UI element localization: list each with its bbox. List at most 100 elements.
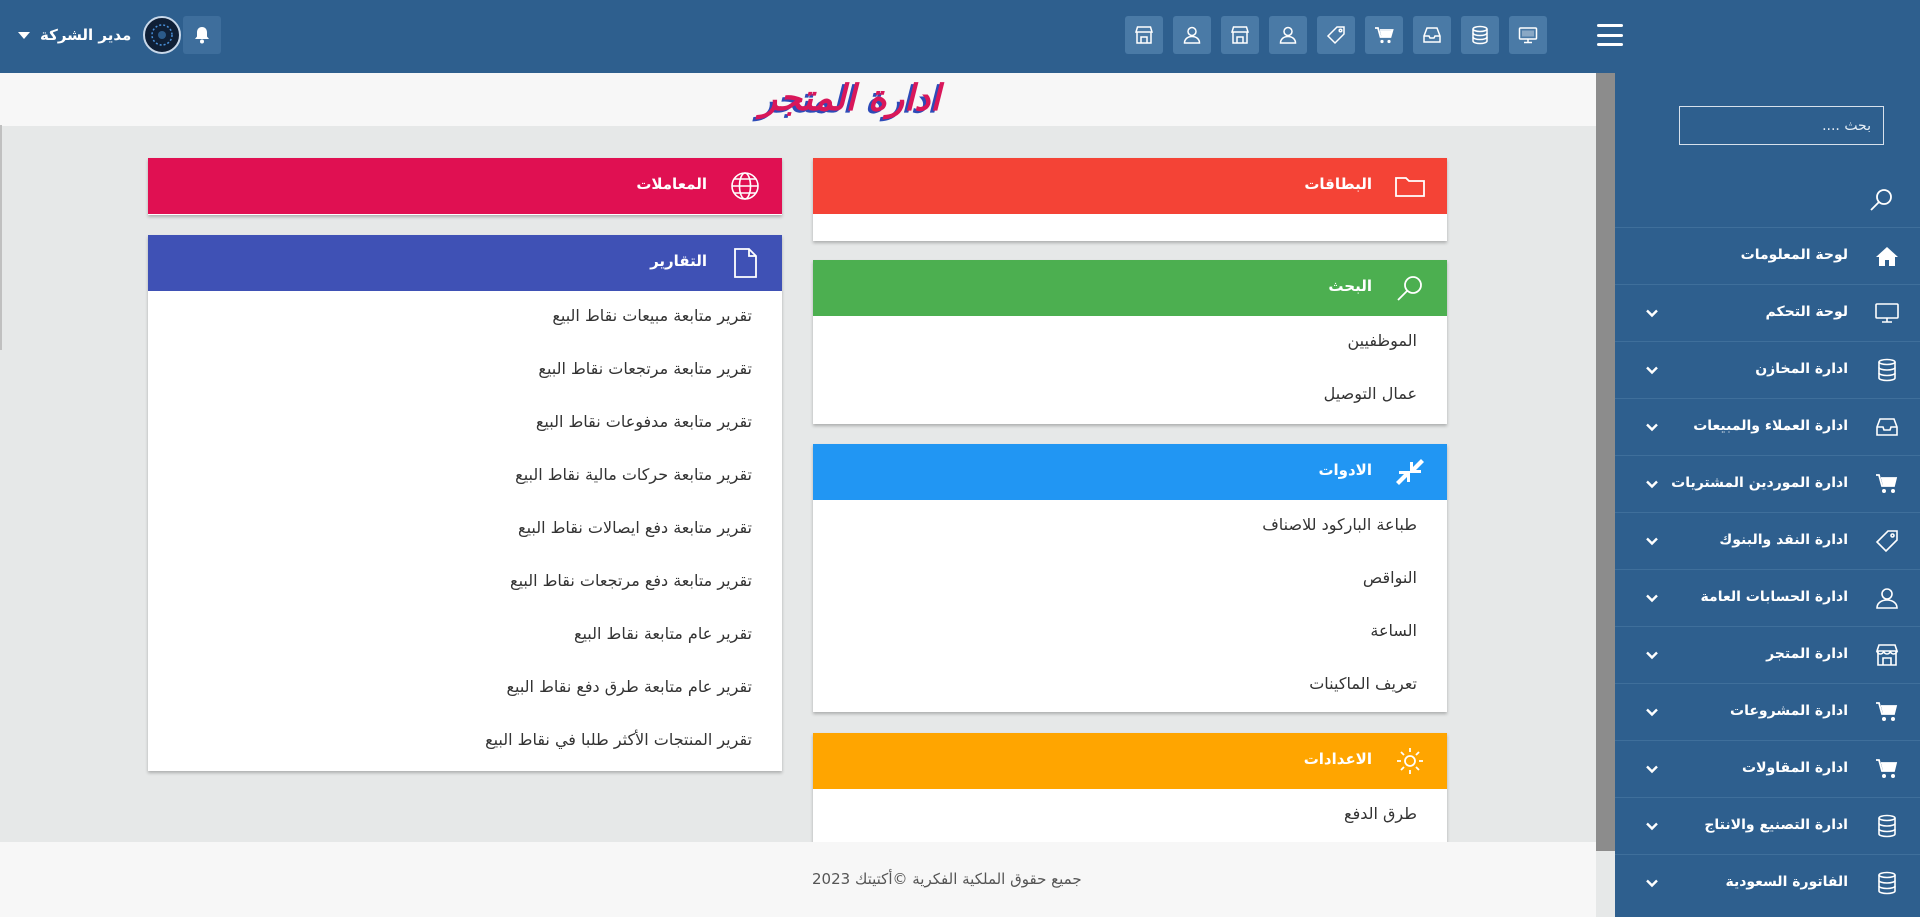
chevron-down-icon[interactable] [1645, 533, 1659, 547]
chevron-down-icon[interactable] [1645, 818, 1659, 832]
footer: جميع حقوق الملكية الفكرية ©أكتيتك 2023 [0, 842, 1596, 917]
sidebar-item-label: ادارة التصنيع والانتاج [1704, 817, 1848, 833]
report-link-label[interactable]: تقرير المنتجات الأكثر طلبا في نقاط البيع [485, 730, 752, 749]
chevron-down-icon[interactable] [1645, 419, 1659, 433]
report-link-label[interactable]: تقرير متابعة مبيعات نقاط البيع [552, 306, 752, 325]
cart-icon [1874, 757, 1900, 781]
sidebar-item[interactable]: ادارة الموردين المشتريات [1615, 455, 1920, 512]
chevron-down-icon[interactable] [1645, 761, 1659, 775]
panel-tools: الادوات طباعة الباركود للاصناف النواقص ا… [813, 444, 1447, 712]
sidebar-item[interactable]: ادارة الحسابات العامة [1615, 569, 1920, 626]
list-item[interactable]: طرق الدفع [813, 789, 1447, 842]
monitor-icon [1874, 301, 1900, 325]
scrollbar[interactable] [1596, 73, 1615, 851]
monitor-icon[interactable] [1509, 16, 1547, 54]
panel-transactions-header[interactable]: المعاملات [148, 158, 782, 214]
panel-settings: الاعدادات طرق الدفع [813, 733, 1447, 842]
panel-search: البحث الموظفيين عمال التوصيل [813, 260, 1447, 424]
sidebar-item[interactable]: ادارة المقاولات [1615, 740, 1920, 797]
report-link-label[interactable]: تقرير متابعة دفع مرتجعات نقاط البيع [510, 571, 752, 590]
user-name[interactable]: مدير الشركة [40, 26, 131, 44]
inbox-icon [1874, 415, 1900, 439]
panel-title: البطاقات [1304, 175, 1372, 193]
list-item[interactable]: النواقص [813, 553, 1447, 606]
chevron-down-icon[interactable] [1645, 305, 1659, 319]
chevron-down-icon[interactable] [1645, 704, 1659, 718]
sidebar-item[interactable]: ادارة المخازن [1615, 341, 1920, 398]
chevron-down-icon[interactable] [1645, 647, 1659, 661]
report-link[interactable]: تقرير متابعة دفع ايصالات نقاط البيع [148, 503, 782, 556]
report-link[interactable]: تقرير متابعة مرتجعات نقاط البيع [148, 344, 782, 397]
panel-search-header[interactable]: البحث [813, 260, 1447, 316]
divider [0, 125, 2, 350]
sidebar-item[interactable]: ادارة العملاء والمبيعات [1615, 398, 1920, 455]
report-link-label[interactable]: تقرير عام متابعة نقاط البيع [574, 624, 752, 643]
sidebar-item[interactable]: ادارة المشروعات [1615, 683, 1920, 740]
report-link-label[interactable]: تقرير متابعة حركات مالية نقاط البيع [515, 465, 752, 484]
sidebar-menu: لوحة المعلومات لوحة التحكم ادارة المخازن اد… [1615, 227, 1920, 911]
report-link-label[interactable]: تقرير متابعة مرتجعات نقاط البيع [538, 359, 752, 378]
panel-title: الاعدادات [1303, 750, 1372, 768]
list-item[interactable]: الموظفيين [813, 316, 1447, 369]
search-icon[interactable] [1867, 186, 1895, 214]
page-title: ادارة المتجر [759, 77, 941, 119]
tag-icon [1874, 529, 1900, 553]
user-icon[interactable] [1269, 16, 1307, 54]
caret-down-icon[interactable] [18, 31, 30, 39]
database-icon [1874, 871, 1900, 895]
user-icon[interactable] [1173, 16, 1211, 54]
sidebar-item-label: ادارة النقد والبنوك [1719, 532, 1848, 548]
sidebar-item[interactable]: لوحة المعلومات [1615, 227, 1920, 284]
list-item[interactable]: طباعة الباركود للاصناف [813, 500, 1447, 553]
store-icon[interactable] [1221, 16, 1259, 54]
tag-icon[interactable] [1317, 16, 1355, 54]
database-icon[interactable] [1461, 16, 1499, 54]
list-item[interactable]: عمال التوصيل [813, 369, 1447, 422]
sidebar-search-input[interactable] [1679, 106, 1884, 145]
cart-icon[interactable] [1365, 16, 1403, 54]
report-link[interactable]: تقرير عام متابعة طرق دفع نقاط البيع [148, 662, 782, 715]
globe-icon [731, 172, 759, 200]
panel-settings-header[interactable]: الاعدادات [813, 733, 1447, 789]
avatar[interactable] [143, 16, 182, 54]
panel-cards: البطاقات [813, 158, 1447, 241]
user-icon [1874, 586, 1900, 610]
database-icon [1874, 358, 1900, 382]
panel-cards-header[interactable]: البطاقات [813, 158, 1447, 214]
sidebar-item[interactable]: ادارة النقد والبنوك [1615, 512, 1920, 569]
inbox-icon[interactable] [1413, 16, 1451, 54]
chevron-down-icon[interactable] [1645, 476, 1659, 490]
report-link-label[interactable]: تقرير متابعة مدفوعات نقاط البيع [536, 412, 752, 431]
panel-reports-header[interactable]: التقارير [148, 235, 782, 291]
sidebar-item-label: ادارة المشروعات [1730, 703, 1848, 719]
store-icon[interactable] [1125, 16, 1163, 54]
sidebar-item[interactable]: لوحة التحكم [1615, 284, 1920, 341]
list-item[interactable]: تعريف الماكينات [813, 659, 1447, 712]
panel-tools-header[interactable]: الادوات [813, 444, 1447, 500]
report-link[interactable]: تقرير متابعة مبيعات نقاط البيع [148, 291, 782, 344]
sidebar-item[interactable]: ادارة المتجر [1615, 626, 1920, 683]
report-link[interactable]: تقرير عام متابعة نقاط البيع [148, 609, 782, 662]
report-link[interactable]: تقرير متابعة حركات مالية نقاط البيع [148, 450, 782, 503]
panel-title: البحث [1328, 277, 1372, 295]
sidebar-item-label: ادارة المخازن [1755, 361, 1848, 377]
report-link-label[interactable]: تقرير متابعة دفع ايصالات نقاط البيع [518, 518, 752, 537]
chevron-down-icon[interactable] [1645, 362, 1659, 376]
user-menu[interactable]: مدير الشركة [18, 16, 182, 54]
menu-toggle-button[interactable] [1597, 24, 1623, 46]
report-link[interactable]: تقرير متابعة دفع مرتجعات نقاط البيع [148, 556, 782, 609]
report-link[interactable]: تقرير المنتجات الأكثر طلبا في نقاط البيع [148, 715, 782, 768]
report-link-label[interactable]: تقرير عام متابعة طرق دفع نقاط البيع [507, 677, 753, 696]
chevron-down-icon[interactable] [1645, 590, 1659, 604]
cart-icon [1874, 700, 1900, 724]
list-item[interactable]: الساعة [813, 606, 1447, 659]
page-header: ادارة المتجر [0, 73, 1596, 126]
bell-icon [195, 27, 209, 44]
panel-transactions: المعاملات [148, 158, 782, 215]
sidebar-item[interactable]: الفاتورة السعودية [1615, 854, 1920, 911]
sidebar-item[interactable]: ادارة التصنيع والانتاج [1615, 797, 1920, 854]
chevron-down-icon[interactable] [1645, 875, 1659, 889]
report-link[interactable]: تقرير متابعة مدفوعات نقاط البيع [148, 397, 782, 450]
gear-icon [1397, 748, 1423, 774]
notifications-button[interactable] [183, 16, 221, 54]
